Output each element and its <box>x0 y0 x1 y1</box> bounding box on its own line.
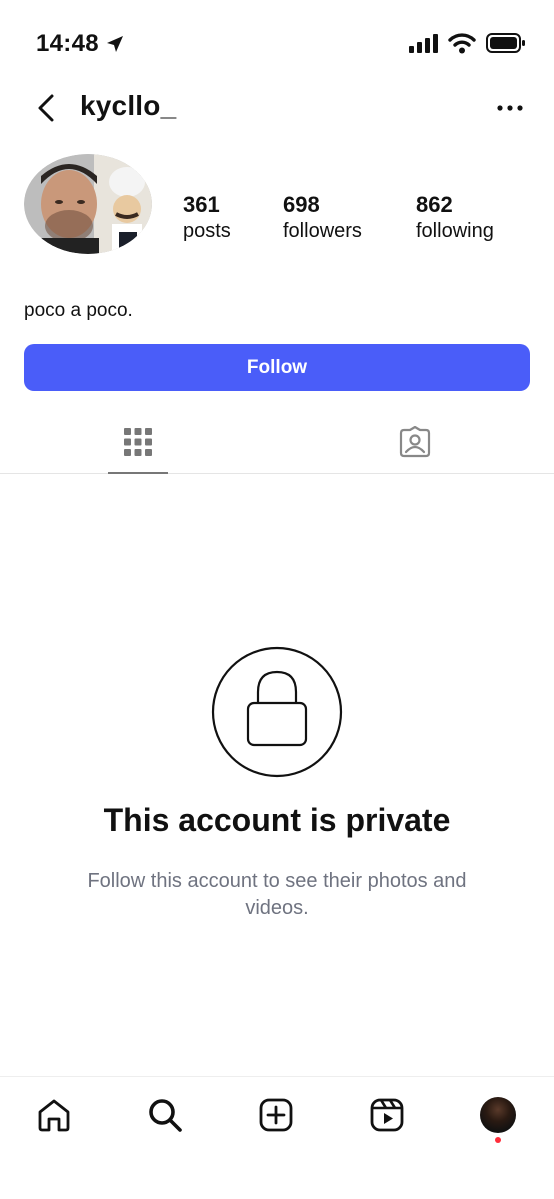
wifi-icon <box>448 33 476 54</box>
grid-icon <box>124 428 152 456</box>
bottom-nav <box>0 1076 554 1199</box>
profile-summary: 361 posts 698 followers 862 following <box>0 154 554 254</box>
following-label: following <box>416 220 494 242</box>
search-icon <box>149 1099 182 1132</box>
following-count: 862 <box>416 192 453 217</box>
status-time: 14:48 <box>36 30 125 58</box>
nav-home[interactable] <box>34 1095 74 1135</box>
profile-header: kycllo_ <box>0 80 554 136</box>
lock-icon <box>211 646 343 778</box>
chevron-left-icon <box>38 94 54 122</box>
posts-label: posts <box>183 220 231 242</box>
create-icon <box>259 1098 293 1132</box>
tab-grid[interactable] <box>108 410 168 474</box>
ellipsis-icon <box>497 105 523 111</box>
home-icon <box>38 1099 70 1132</box>
battery-icon <box>486 33 525 53</box>
content-tabs <box>0 410 554 474</box>
followers-label: followers <box>283 220 362 242</box>
reels-icon <box>370 1098 404 1132</box>
private-title: This account is private <box>103 802 451 838</box>
profile-avatar[interactable] <box>24 154 152 254</box>
status-time-text: 14:48 <box>36 30 99 57</box>
follow-button[interactable]: Follow <box>24 344 530 391</box>
stat-followers[interactable]: 698 followers <box>283 192 362 244</box>
avatar-photo <box>24 154 152 254</box>
back-button[interactable] <box>28 92 64 124</box>
profile-bio: poco a poco. <box>24 300 133 321</box>
stat-following[interactable]: 862 following <box>416 192 494 244</box>
tagged-person-icon <box>399 426 431 458</box>
nav-profile[interactable] <box>478 1095 518 1135</box>
nav-search[interactable] <box>145 1095 185 1135</box>
followers-count: 698 <box>283 192 320 217</box>
profile-username: kycllo_ <box>80 90 177 121</box>
status-bar: 14:48 <box>0 0 554 88</box>
more-options-button[interactable] <box>494 92 526 124</box>
status-icons <box>408 32 526 54</box>
signal-icon <box>409 34 438 53</box>
location-arrow-icon <box>106 36 123 52</box>
tab-tagged[interactable] <box>385 410 445 474</box>
nav-create[interactable] <box>256 1095 296 1135</box>
posts-count: 361 <box>183 192 220 217</box>
profile-avatar-small <box>480 1097 516 1133</box>
notification-dot <box>495 1137 501 1143</box>
nav-reels[interactable] <box>367 1095 407 1135</box>
private-subtitle: Follow this account to see their photos … <box>87 870 467 919</box>
stat-posts[interactable]: 361 posts <box>183 192 231 244</box>
